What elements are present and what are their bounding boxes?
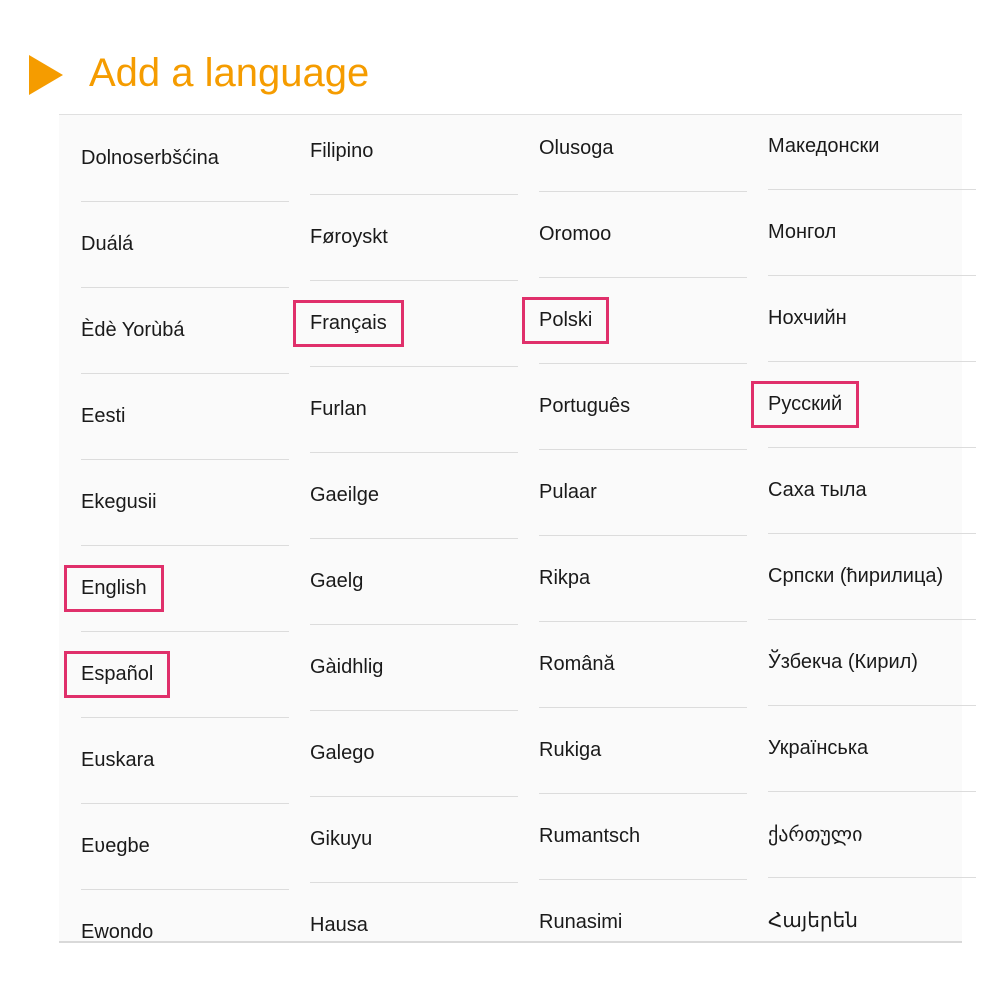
language-label: Gàidhlig xyxy=(310,655,384,678)
language-item[interactable]: Olusoga xyxy=(539,105,747,192)
language-label: Olusoga xyxy=(539,136,614,159)
language-item[interactable]: Dolnoserbšćina xyxy=(81,115,289,202)
language-label: Pulaar xyxy=(539,480,597,503)
language-item[interactable]: Runasimi xyxy=(539,879,747,965)
language-label: Èdè Yorùbá xyxy=(81,318,185,341)
language-item[interactable]: Eʋegbe xyxy=(81,803,289,890)
language-label: Ekegusii xyxy=(81,490,157,513)
language-label: Français xyxy=(310,311,387,334)
language-label: Gikuyu xyxy=(310,827,373,850)
language-column-2: Filipino Føroyskt Français Furlan Gaeilge Gae… xyxy=(293,115,518,941)
language-item[interactable]: Èdè Yorùbá xyxy=(81,287,289,374)
language-item[interactable]: Español xyxy=(64,631,289,718)
language-label: Саха тыла xyxy=(768,478,867,501)
language-label: Македонски xyxy=(768,134,880,157)
language-label: Føroyskt xyxy=(310,225,388,248)
language-label: Eʋegbe xyxy=(81,834,150,857)
language-label: Filipino xyxy=(310,139,374,162)
language-label: Duálá xyxy=(81,232,134,255)
language-item[interactable]: Føroyskt xyxy=(310,194,518,281)
play-arrow-icon xyxy=(29,55,63,95)
language-label: English xyxy=(81,576,147,599)
language-column-4: Македонски Монгол Нохчийн Русский Саха тыла С… xyxy=(751,115,976,941)
language-item[interactable]: Rukiga xyxy=(539,707,747,794)
language-item[interactable]: Gikuyu xyxy=(310,796,518,883)
language-label: Eesti xyxy=(81,404,126,427)
language-label: Нохчийн xyxy=(768,306,847,329)
language-label: Hausa xyxy=(310,913,368,936)
language-column-3: Olusoga Oromoo Polski Português Pulaar Rikpa R… xyxy=(522,115,747,941)
language-item[interactable]: Português xyxy=(539,363,747,450)
language-item[interactable]: Français xyxy=(293,280,518,367)
language-item[interactable]: Ўзбекча (Кирил) xyxy=(768,619,976,706)
language-item[interactable]: Rumantsch xyxy=(539,793,747,880)
language-item[interactable]: Eesti xyxy=(81,373,289,460)
language-label: ქართული xyxy=(768,823,863,846)
language-label: Монгол xyxy=(768,220,837,243)
language-label: Ўзбекча (Кирил) xyxy=(768,650,918,673)
language-item[interactable]: Polski xyxy=(522,277,747,364)
language-label: Galego xyxy=(310,741,375,764)
language-list[interactable]: Dolnoserbšćina Duálá Èdè Yorùbá Eesti Ekegus… xyxy=(59,114,976,943)
language-label: Dolnoserbšćina xyxy=(81,146,219,169)
language-item[interactable]: Нохчийн xyxy=(768,275,976,362)
language-label: Español xyxy=(81,662,154,685)
header: Add a language xyxy=(0,0,1000,110)
language-item[interactable]: Rikpa xyxy=(539,535,747,622)
language-item[interactable]: Oromoo xyxy=(539,191,747,278)
language-item[interactable]: Pulaar xyxy=(539,449,747,536)
language-label: Ewondo xyxy=(81,920,154,943)
language-label: Русский xyxy=(768,392,843,415)
language-item[interactable]: Furlan xyxy=(310,366,518,453)
language-item[interactable]: Ewondo xyxy=(81,889,289,975)
language-label: Română xyxy=(539,652,615,675)
language-label: Rukiga xyxy=(539,738,602,761)
language-item[interactable]: Монгол xyxy=(768,189,976,276)
language-item[interactable]: Euskara xyxy=(81,717,289,804)
language-item[interactable]: Galego xyxy=(310,710,518,797)
language-item[interactable]: Српски (ћирилица) xyxy=(768,533,976,620)
language-item[interactable]: ქართული xyxy=(768,791,976,878)
language-item[interactable]: Українська xyxy=(768,705,976,792)
language-label: Gaeilge xyxy=(310,483,379,506)
language-item[interactable]: English xyxy=(64,545,289,632)
language-item[interactable]: Duálá xyxy=(81,201,289,288)
language-item[interactable]: Gaeilge xyxy=(310,452,518,539)
language-item[interactable]: Македонски xyxy=(768,103,976,190)
language-label: Հայերեն xyxy=(768,909,858,932)
language-label: Polski xyxy=(539,308,593,331)
language-label: Português xyxy=(539,394,631,417)
language-item[interactable]: Ekegusii xyxy=(81,459,289,546)
language-item[interactable]: Саха тыла xyxy=(768,447,976,534)
language-label: Українська xyxy=(768,736,869,759)
language-column-1: Dolnoserbšćina Duálá Èdè Yorùbá Eesti Ekegus… xyxy=(64,115,289,943)
language-item[interactable]: Filipino xyxy=(310,108,518,195)
language-label: Rikpa xyxy=(539,566,591,589)
page-title: Add a language xyxy=(89,51,370,95)
language-item[interactable]: Русский xyxy=(751,361,976,448)
language-item[interactable]: Gàidhlig xyxy=(310,624,518,711)
language-label: Furlan xyxy=(310,397,367,420)
language-label: Oromoo xyxy=(539,222,612,245)
language-label: Runasimi xyxy=(539,910,623,933)
language-item[interactable]: Hausa xyxy=(310,882,518,968)
language-label: Gaelg xyxy=(310,569,364,592)
language-label: Rumantsch xyxy=(539,824,641,847)
language-item[interactable]: Հայերեն xyxy=(768,877,976,963)
language-label: Српски (ћирилица) xyxy=(768,564,944,587)
language-item[interactable]: Gaelg xyxy=(310,538,518,625)
language-item[interactable]: Română xyxy=(539,621,747,708)
language-label: Euskara xyxy=(81,748,155,771)
